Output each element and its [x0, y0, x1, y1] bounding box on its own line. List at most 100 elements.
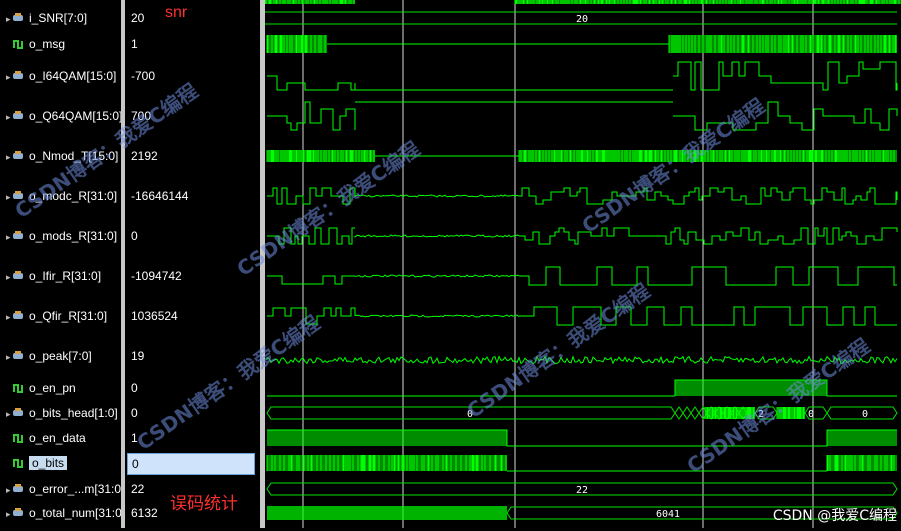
bus-icon	[12, 405, 24, 417]
signal-row[interactable]: ▸ i_SNR[7:0]	[0, 8, 121, 28]
signal-row[interactable]: ▸ o_I64QAM[15:0]	[0, 66, 121, 86]
footer-credit: CSDN @我爱C编程	[772, 508, 897, 524]
signal-name: o_mods_R[31:0]	[29, 229, 118, 243]
signal-value: 0	[131, 406, 138, 420]
snr-annotation: snr	[165, 4, 188, 21]
signal-value-row[interactable]: 0	[125, 453, 260, 475]
bits-head-bus-mini	[682, 406, 692, 420]
signal-value: 2192	[131, 149, 158, 163]
modc-wave-b	[519, 187, 898, 205]
snr-bus-label: 20	[576, 14, 588, 25]
bits-head-label-a: 0	[467, 409, 473, 420]
mods-wave-a	[267, 227, 355, 245]
q64qam-wave-a	[267, 101, 356, 131]
qfir-wave-b	[519, 306, 897, 326]
signal-value-panel: 20 1 -700 700 2192 -16646144 0 -1094742 1036524 1…	[125, 0, 260, 528]
signal-value: 19	[131, 349, 145, 363]
qfir-wave-a	[267, 307, 356, 325]
signal-row[interactable]: ▸ o_modc_R[31:0]	[0, 186, 121, 206]
signal-row[interactable]: ▸ o_peak[7:0]	[0, 346, 121, 366]
error-bus-label: 22	[576, 485, 588, 496]
bits-head-dense-edges	[704, 407, 755, 419]
qfir-noise	[354, 314, 520, 318]
signal-value: 1	[131, 431, 138, 445]
signal-value-row[interactable]: 1036524	[125, 306, 260, 326]
signal-value-row[interactable]: -1094742	[125, 266, 260, 286]
signal-row[interactable]: ▸ o_total_num[31:0]	[0, 503, 125, 523]
signal-name: o_Nmod_T[15:0]	[29, 149, 119, 163]
signal-name: o_en_data	[29, 431, 86, 445]
signal-value-row[interactable]: 0	[125, 378, 260, 398]
error-stats-annotation: 误码统计	[170, 494, 238, 513]
peak-wave	[266, 355, 898, 365]
signal-name: o_I64QAM[15:0]	[29, 69, 117, 83]
bits-head-label-c: 0	[808, 409, 814, 420]
signal-value-row[interactable]: 1	[125, 428, 260, 448]
modc-wave-a	[267, 187, 356, 205]
bus-icon	[12, 148, 24, 160]
signal-name: o_bits_head[1:0]	[29, 406, 118, 420]
signal-row[interactable]: ▸ o_mods_R[31:0]	[0, 226, 121, 246]
q64qam-wave-b	[673, 101, 898, 131]
mods-noise	[354, 234, 520, 238]
signal-row[interactable]: o_en_data	[0, 428, 121, 448]
mods-wave-b	[519, 227, 898, 245]
bus-icon	[12, 348, 24, 360]
total-bus-label: 6041	[656, 509, 680, 520]
bit-icon	[12, 430, 24, 443]
signal-name: o_Ifir_R[31:0]	[29, 269, 102, 283]
signal-row[interactable]: ▸ o_Q64QAM[15:0]	[0, 106, 123, 126]
bus-icon	[12, 308, 24, 320]
bits-head-label-d: 0	[862, 409, 868, 420]
signal-name-panel: ▸ i_SNR[7:0] o_msg ▸ o_I64QAM[15:0] ▸ o_Q64QAM…	[0, 0, 125, 528]
bits-head-bus-mini	[690, 406, 700, 420]
ifir-wave-b	[519, 266, 897, 286]
signal-name: o_Qfir_R[31:0]	[29, 309, 108, 323]
msg-wave-flat	[327, 43, 670, 53]
signal-value-row[interactable]: -16646144	[125, 186, 260, 206]
signal-row[interactable]: o_en_pn	[0, 378, 121, 398]
signal-row[interactable]: ▸ o_bits_head[1:0]	[0, 403, 121, 423]
signal-value: -700	[131, 69, 156, 83]
bus-icon	[12, 68, 24, 80]
ifir-wave-a	[267, 275, 355, 285]
signal-value: 6132	[131, 506, 158, 520]
signal-value-row[interactable]: 19	[125, 346, 260, 366]
signal-row[interactable]: ▸ o_error_...m[31:0]	[0, 479, 124, 499]
waveform-panel[interactable]: 20 0 2 0 0 22 6041	[264, 0, 901, 528]
waveform-canvas[interactable]: 200 2 0 0226041	[264, 0, 901, 528]
signal-row[interactable]: o_msg	[0, 34, 121, 54]
signal-value: -16646144	[131, 189, 189, 203]
signal-value-row[interactable]: 20	[125, 8, 260, 28]
signal-name: o_modc_R[31:0]	[29, 189, 118, 203]
signal-row[interactable]: ▸ o_Ifir_R[31:0]	[0, 266, 121, 286]
signal-value-row[interactable]: 2192	[125, 146, 260, 166]
bus-icon	[12, 505, 24, 517]
signal-value: 1036524	[131, 309, 178, 323]
ifir-noise	[354, 274, 520, 278]
signal-row[interactable]: o_bits	[0, 453, 121, 473]
signal-value-row[interactable]: 0	[125, 226, 260, 246]
signal-value-row[interactable]: -700	[125, 66, 260, 86]
i64qam-wave-b	[673, 61, 898, 91]
signal-value: -1094742	[131, 269, 182, 283]
signal-name: o_Q64QAM[15:0]	[29, 109, 123, 123]
en-data-high-b	[827, 430, 897, 446]
bus-icon	[12, 108, 24, 120]
en-data-high-a	[267, 430, 507, 446]
signal-value: 20	[131, 11, 145, 25]
signal-value-row[interactable]: 700	[125, 106, 260, 126]
signal-name: o_total_num[31:0]	[29, 506, 126, 520]
signal-row[interactable]: ▸ o_Qfir_R[31:0]	[0, 306, 121, 326]
signal-value: 700	[131, 109, 152, 123]
bus-icon	[12, 481, 24, 493]
signal-value: 1	[131, 37, 138, 51]
bus-icon	[12, 188, 24, 200]
bits-head-label-b: 2	[758, 409, 764, 420]
signal-value-row[interactable]: 1	[125, 34, 260, 54]
i64qam-wave-a	[267, 75, 356, 91]
bit-icon	[12, 455, 24, 468]
signal-name: o_en_pn	[29, 381, 76, 395]
signal-value-row[interactable]: 0	[125, 403, 260, 423]
signal-row[interactable]: ▸ o_Nmod_T[15:0]	[0, 146, 121, 166]
